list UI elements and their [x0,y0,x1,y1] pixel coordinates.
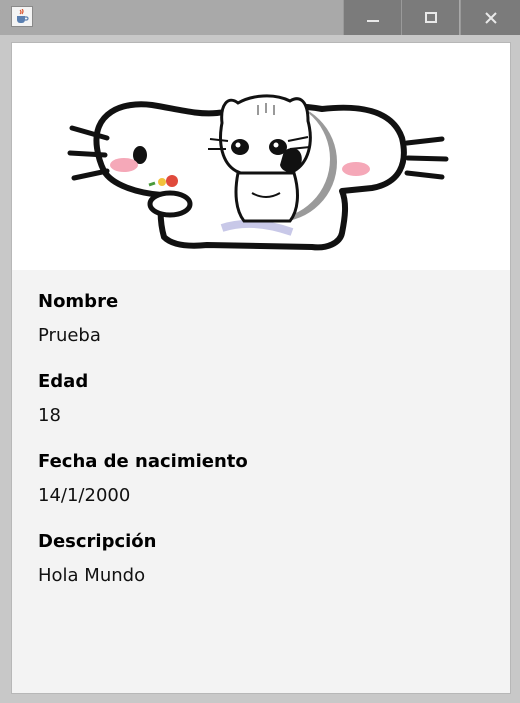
title-bar[interactable] [0,0,520,35]
field-label-fecha: Fecha de nacimiento [38,451,248,472]
field-label-nombre: Nombre [38,291,119,312]
maximize-button[interactable] [401,0,459,35]
profile-window: Nombre Prueba Edad 18 Fecha de nacimient… [0,0,520,703]
profile-image [12,43,510,270]
field-value-descripcion: Hola Mundo [38,565,146,586]
maximize-icon [424,11,437,23]
field-value-edad: 18 [38,405,61,426]
field-value-fecha: 14/1/2000 [38,485,131,506]
close-icon [484,11,497,24]
java-cup-icon[interactable] [11,6,33,27]
field-label-edad: Edad [38,371,89,392]
close-button[interactable] [460,0,520,35]
minimize-button[interactable] [343,0,401,35]
profile-panel: Nombre Prueba Edad 18 Fecha de nacimient… [11,42,511,694]
field-value-nombre: Prueba [38,325,101,346]
cartoon-cat-picture [67,94,449,251]
minimize-icon [366,19,379,22]
field-label-descripcion: Descripción [38,531,157,552]
